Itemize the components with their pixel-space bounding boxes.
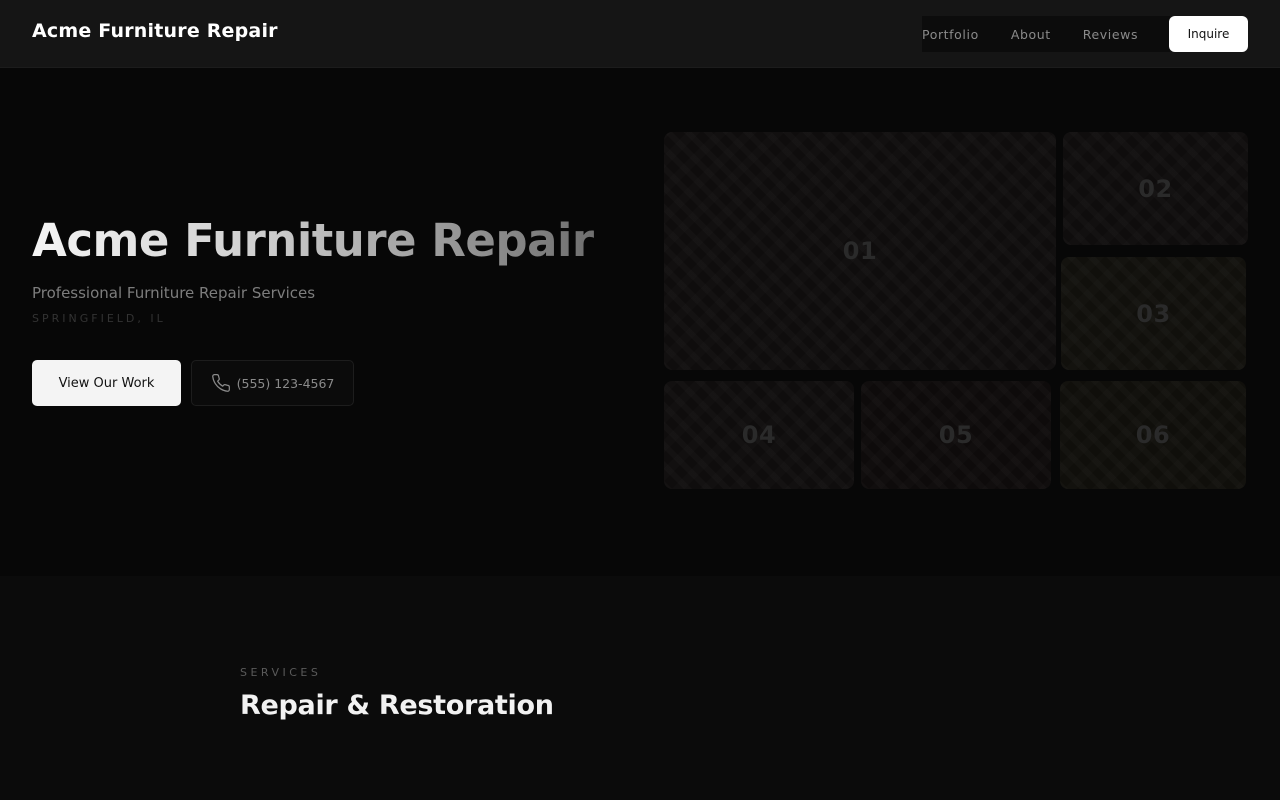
inquire-button[interactable]: Inquire: [1169, 16, 1248, 52]
nav-link-reviews[interactable]: Reviews: [1083, 27, 1138, 42]
gallery-tile-number: 02: [1138, 174, 1173, 203]
hero-title: Acme Furniture Repair: [32, 214, 594, 267]
main-nav: Portfolio About Reviews: [922, 16, 1170, 52]
gallery-tile-number: 04: [741, 421, 777, 449]
phone-button[interactable]: (555) 123-4567: [191, 360, 354, 406]
gallery-tile-number: 01: [842, 237, 878, 265]
nav-link-portfolio[interactable]: Portfolio: [922, 27, 979, 42]
gallery-tile-06[interactable]: 06: [1060, 381, 1246, 489]
view-our-work-button[interactable]: View Our Work: [32, 360, 181, 406]
gallery-tile-05[interactable]: 05: [861, 381, 1051, 489]
gallery-tile-02[interactable]: 02: [1063, 132, 1248, 245]
nav-link-about[interactable]: About: [1011, 27, 1051, 42]
phone-icon: [211, 373, 231, 393]
hero-location: SPRINGFIELD, IL: [32, 312, 166, 325]
gallery-tile-03[interactable]: 03: [1061, 257, 1246, 370]
gallery-tile-number: 03: [1136, 299, 1171, 328]
hero-subtitle: Professional Furniture Repair Services: [32, 284, 316, 302]
hero-section: Acme Furniture Repair Professional Furni…: [0, 68, 1280, 576]
gallery-tile-number: 06: [1135, 421, 1171, 449]
gallery-tile-number: 05: [938, 421, 974, 449]
gallery-tile-04[interactable]: 04: [664, 381, 854, 489]
phone-number: (555) 123-4567: [236, 375, 335, 391]
site-header: Acme Furniture Repair Portfolio About Re…: [0, 0, 1280, 68]
gallery-tile-01[interactable]: 01: [664, 132, 1056, 370]
services-title: Repair & Restoration: [240, 690, 554, 721]
services-eyebrow: SERVICES: [240, 666, 322, 679]
services-section: SERVICES Repair & Restoration: [0, 576, 1280, 800]
brand-logo[interactable]: Acme Furniture Repair: [32, 20, 278, 42]
